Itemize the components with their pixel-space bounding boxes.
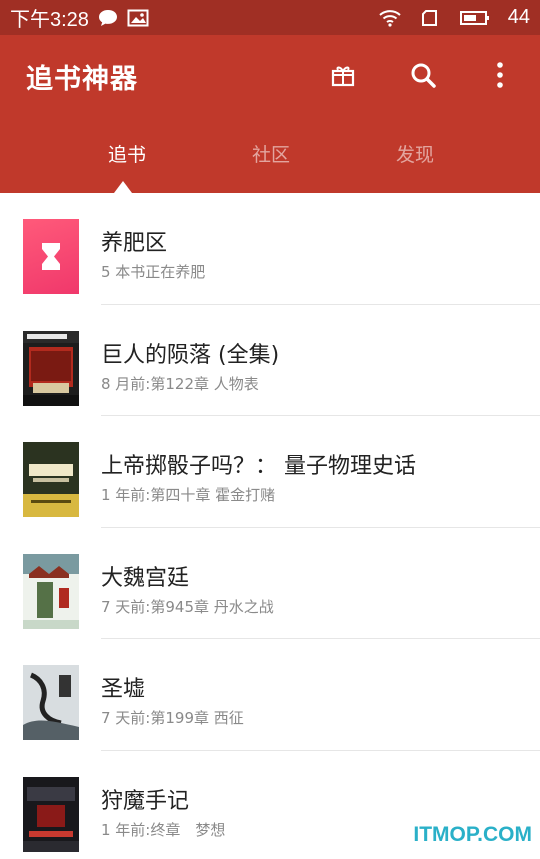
sim-icon bbox=[420, 8, 442, 28]
status-time: 下午3:28 bbox=[10, 9, 89, 31]
book-subtitle: 5 本书正在养肥 bbox=[101, 263, 206, 281]
book-title: 大魏宫廷 bbox=[101, 565, 190, 591]
book-subtitle: 7 天前:第945章 丹水之战 bbox=[101, 597, 274, 616]
battery-icon bbox=[459, 8, 490, 28]
search-icon bbox=[409, 61, 437, 93]
hourglass-icon bbox=[23, 219, 79, 294]
book-cover-shengxu bbox=[23, 665, 79, 740]
search-button[interactable] bbox=[403, 57, 443, 97]
tab-bar: 追书 社区 发现 bbox=[0, 135, 540, 193]
list-item-yangfei[interactable]: 养肥区 5 本书正在养肥 bbox=[0, 193, 540, 305]
tab-faxian[interactable]: 发现 bbox=[343, 135, 487, 193]
app-bar: 追书神器 追书 社区 发现 bbox=[0, 35, 540, 193]
wifi-icon bbox=[378, 8, 402, 28]
book-title: 养肥区 bbox=[101, 231, 168, 256]
tab-indicator bbox=[114, 181, 132, 193]
list-item-book[interactable]: 大魏宫廷 7 天前:第945章 丹水之战 bbox=[0, 528, 540, 639]
book-cover-wei bbox=[23, 553, 79, 629]
book-subtitle: 1 年前:终章 梦想 bbox=[101, 820, 226, 839]
app-title: 追书神器 bbox=[26, 64, 138, 95]
book-cover-giants bbox=[23, 330, 79, 406]
status-bar: 下午3:28 44 bbox=[0, 0, 540, 35]
tab-shequ[interactable]: 社区 bbox=[199, 135, 343, 193]
book-title: 圣墟 bbox=[101, 677, 146, 702]
book-subtitle: 8 月前:第122章 人物表 bbox=[101, 374, 259, 393]
book-title: 上帝掷骰子吗？： 量子物理史话 bbox=[101, 454, 416, 479]
status-right-group: 44 bbox=[378, 6, 530, 29]
book-list: 养肥区 5 本书正在养肥 巨人的陨落 (全集) 8 月前:第122章 人物表 上… bbox=[0, 193, 540, 859]
gift-button[interactable] bbox=[323, 57, 363, 97]
chat-bubble-icon bbox=[97, 8, 119, 28]
book-subtitle: 7 天前:第199章 西征 bbox=[101, 709, 244, 727]
list-item-book[interactable]: 巨人的陨落 (全集) 8 月前:第122章 人物表 bbox=[0, 305, 540, 416]
image-icon bbox=[127, 8, 149, 28]
gift-icon bbox=[330, 62, 356, 92]
book-subtitle: 1 年前:第四十章 霍金打赌 bbox=[101, 486, 276, 504]
book-cover-quantum bbox=[23, 442, 79, 517]
list-item-book[interactable]: 上帝掷骰子吗？： 量子物理史话 1 年前:第四十章 霍金打赌 bbox=[0, 416, 540, 528]
list-item-book[interactable]: 圣墟 7 天前:第199章 西征 bbox=[0, 639, 540, 751]
watermark: ITMOP.COM bbox=[413, 823, 532, 846]
book-title: 巨人的陨落 (全集) bbox=[101, 342, 280, 368]
book-cover-demon bbox=[23, 776, 79, 852]
more-options-button[interactable] bbox=[480, 57, 520, 97]
more-icon bbox=[496, 61, 504, 93]
book-title: 狩魔手记 bbox=[101, 788, 190, 814]
battery-level: 44 bbox=[507, 6, 530, 28]
